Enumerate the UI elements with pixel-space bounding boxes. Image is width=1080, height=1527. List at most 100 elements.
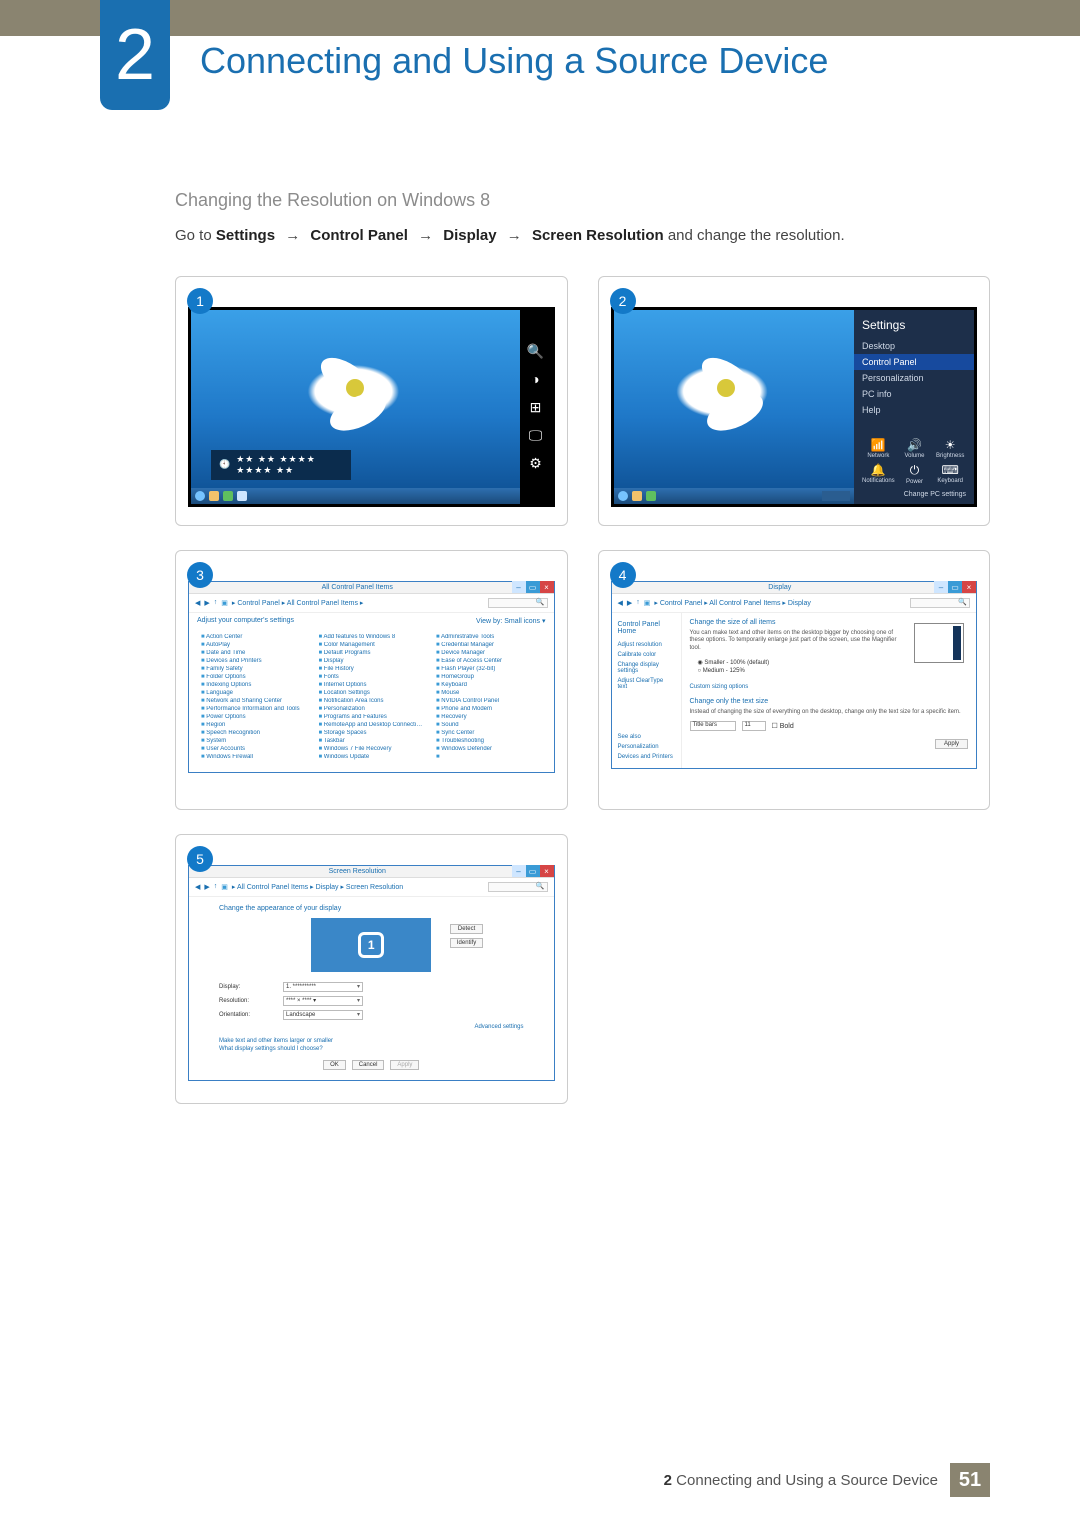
control-panel-item: Add features to Windows 8	[319, 634, 425, 640]
store-icon	[646, 491, 656, 501]
settings-item: Help	[862, 402, 966, 418]
cp-icon: ▣	[221, 883, 228, 891]
control-panel-item: Color Management	[319, 642, 425, 648]
dropdown-value: **** × **** ▾	[286, 997, 316, 1004]
detect-button: Detect	[450, 924, 483, 934]
quick-setting: 🔊Volume	[899, 438, 931, 459]
control-panel-item: HomeGroup	[436, 674, 542, 680]
nav-up-icon: ↑	[214, 599, 218, 606]
control-panel-item: Phone and Modem	[436, 706, 542, 712]
adjust-heading: Adjust your computer's settings View by:…	[189, 613, 554, 628]
control-panel-item: Internet Options	[319, 682, 425, 688]
control-panel-item: Fonts	[319, 674, 425, 680]
control-panel-item: Mouse	[436, 690, 542, 696]
breadcrumb-text: ▸ Control Panel ▸ All Control Panel Item…	[232, 599, 364, 607]
screenshot-frame: Screen Resolution – ▭ × ◀ ▶ ↑ ▣ ▸ All Co…	[175, 834, 568, 1104]
cancel-button: Cancel	[352, 1060, 385, 1070]
footer-title: Connecting and Using a Source Device	[676, 1472, 938, 1489]
control-panel-item: Windows 7 File Recovery	[319, 746, 425, 752]
radio-medium: ○ Medium - 125%	[698, 668, 969, 674]
screenshot-frame: Display – ▭ × ◀ ▶ ↑ ▣ ▸ Control Panel ▸ …	[598, 550, 991, 810]
control-panel-item: Devices and Printers	[201, 658, 307, 664]
control-panel-item: Keyboard	[436, 682, 542, 688]
radio-label: Medium - 125%	[703, 668, 745, 674]
resolution-dropdown: **** × **** ▾	[283, 996, 363, 1006]
window-title: All Control Panel Items	[203, 584, 512, 591]
path-screen-resolution: Screen Resolution	[532, 227, 664, 244]
search-input	[910, 598, 970, 608]
clock-icon: 🕙	[219, 459, 230, 470]
close-icon: ×	[540, 865, 554, 877]
nav-fwd-icon: ▶	[204, 599, 209, 607]
chapter-number-badge: 2	[100, 0, 170, 110]
size-select: 11	[742, 721, 766, 731]
screenshot-frame: Settings Desktop Control Panel Personali…	[598, 276, 991, 526]
help-link-2: What display settings should I choose?	[219, 1046, 524, 1052]
orientation-row: Orientation: Landscape	[219, 1010, 524, 1020]
display-sidebar: Control Panel Home Adjust resolution Cal…	[612, 613, 682, 768]
nav-up-icon: ↑	[214, 883, 218, 890]
flower-icon	[346, 379, 364, 397]
dropdown-value: 1. **********	[286, 984, 316, 990]
window-buttons: – ▭ ×	[934, 581, 976, 593]
breadcrumb-text: ▸ Control Panel ▸ All Control Panel Item…	[654, 599, 810, 607]
window-titlebar: All Control Panel Items – ▭ ×	[189, 582, 554, 594]
see-also-link: Devices and Printers	[618, 752, 675, 762]
settings-icon: ⚙	[529, 456, 542, 470]
quick-setting: ☀Brightness	[934, 438, 966, 459]
nav-fwd-icon: ▶	[204, 883, 209, 891]
sidebar-link: Adjust ClearType text	[618, 676, 675, 692]
dropdown-value: Landscape	[286, 1012, 315, 1018]
win8-desktop-with-charms: 🕙 ★★ ★★ ★★★★ ★★★★ ★★ 🔍	[188, 307, 555, 507]
custom-sizing-link: Custom sizing options	[690, 684, 969, 690]
control-panel-item: Windows Defender	[436, 746, 542, 752]
store-icon	[223, 491, 233, 501]
devices-icon: 🖵	[529, 428, 543, 442]
window-titlebar: Display – ▭ ×	[612, 582, 977, 594]
settings-panel: Settings Desktop Control Panel Personali…	[854, 310, 974, 504]
nav-fwd-icon: ▶	[627, 599, 632, 607]
nav-back-icon: ◀	[618, 599, 623, 607]
adjust-text: Adjust your computer's settings	[197, 617, 294, 624]
display-dropdown: 1. **********	[283, 982, 363, 992]
control-panel-item: Sync Center	[436, 730, 542, 736]
screenshot-1: 1 🕙 ★★ ★★ ★★★★ ★★★★ ★★	[175, 276, 568, 526]
cp-icon: ▣	[221, 599, 228, 607]
see-also-header: See also	[618, 732, 675, 742]
monitor-number: 1	[358, 932, 384, 958]
screenshot-4: 4 Display – ▭ × ◀ ▶ ↑	[598, 550, 991, 810]
window-title: Display	[626, 584, 935, 591]
breadcrumb-text: ▸ All Control Panel Items ▸ Display ▸ Sc…	[232, 883, 403, 891]
cp-icon: ▣	[644, 599, 651, 607]
screenshot-grid: 1 🕙 ★★ ★★ ★★★★ ★★★★ ★★	[175, 276, 990, 1104]
display-row: Display: 1. **********	[219, 982, 524, 992]
control-panel-item: Location Settings	[319, 690, 425, 696]
control-panel-item: Personalization	[319, 706, 425, 712]
close-icon: ×	[540, 581, 554, 593]
flower-icon	[717, 379, 735, 397]
quick-setting: 🔔Notifications	[862, 463, 895, 485]
control-panel-item: NVIDIA Control Panel	[436, 698, 542, 704]
display-body: Control Panel Home Adjust resolution Cal…	[612, 613, 977, 768]
bold-label: Bold	[780, 723, 794, 730]
sidebar-link: Adjust resolution	[618, 640, 675, 650]
display-label: Display:	[219, 984, 269, 990]
quick-setting: ⏻Power	[899, 463, 931, 485]
control-panel-item: Speech Recognition	[201, 730, 307, 736]
screenshot-3: 3 All Control Panel Items – ▭ × ◀	[175, 550, 568, 810]
control-panel-item: Family Safety	[201, 666, 307, 672]
start-icon: ⊞	[530, 400, 542, 414]
identify-button: Identify	[450, 938, 483, 948]
orientation-dropdown: Landscape	[283, 1010, 363, 1020]
page-number: 51	[950, 1463, 990, 1497]
quick-setting-icon: 📶	[862, 438, 895, 452]
screenshot-2: 2 Settings Desktop	[598, 276, 991, 526]
control-panel-item: Device Manager	[436, 650, 542, 656]
control-panel-item: File History	[319, 666, 425, 672]
settings-quick-grid: 📶Network🔊Volume☀Brightness🔔Notifications…	[862, 438, 966, 485]
control-panel-item: Action Center	[201, 634, 307, 640]
advanced-settings-link: Advanced settings	[219, 1024, 524, 1030]
breadcrumb: ◀ ▶ ↑ ▣ ▸ Control Panel ▸ All Control Pa…	[189, 594, 554, 613]
nav-back-icon: ◀	[195, 883, 200, 891]
settings-title: Settings	[862, 318, 966, 332]
